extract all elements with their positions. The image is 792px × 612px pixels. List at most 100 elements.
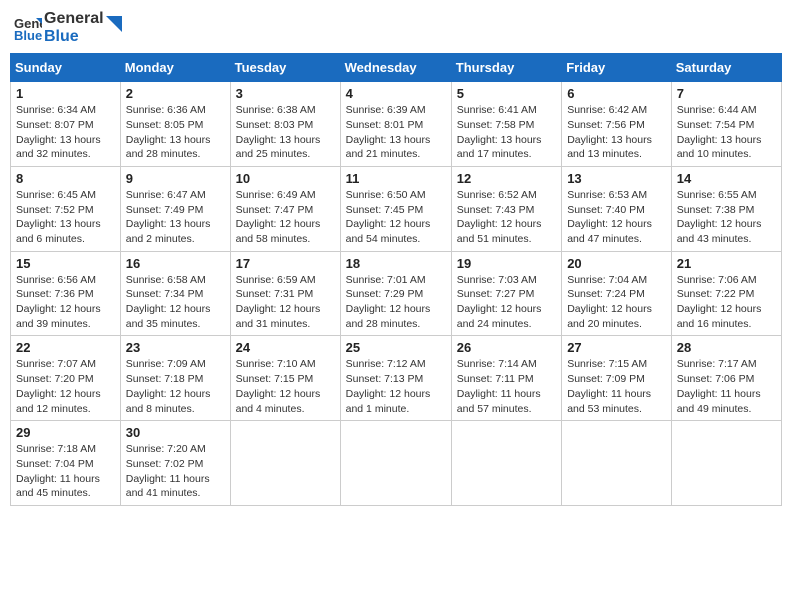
day-number: 24 — [236, 340, 335, 355]
calendar-cell: 1 Sunrise: 6:34 AM Sunset: 8:07 PM Dayli… — [11, 82, 121, 167]
day-info: Sunrise: 6:59 AM Sunset: 7:31 PM Dayligh… — [236, 273, 335, 332]
logo-arrow-icon — [106, 16, 122, 32]
column-headers-row: SundayMondayTuesdayWednesdayThursdayFrid… — [11, 54, 782, 82]
calendar-cell: 22 Sunrise: 7:07 AM Sunset: 7:20 PM Dayl… — [11, 336, 121, 421]
day-number: 1 — [16, 86, 115, 101]
calendar-cell: 20 Sunrise: 7:04 AM Sunset: 7:24 PM Dayl… — [562, 251, 672, 336]
day-info: Sunrise: 6:55 AM Sunset: 7:38 PM Dayligh… — [677, 188, 776, 247]
calendar-cell: 5 Sunrise: 6:41 AM Sunset: 7:58 PM Dayli… — [451, 82, 561, 167]
col-header-thursday: Thursday — [451, 54, 561, 82]
calendar-cell — [451, 421, 561, 506]
day-info: Sunrise: 7:09 AM Sunset: 7:18 PM Dayligh… — [126, 357, 225, 416]
day-number: 27 — [567, 340, 666, 355]
day-info: Sunrise: 7:04 AM Sunset: 7:24 PM Dayligh… — [567, 273, 666, 332]
logo-text-line2: Blue — [44, 28, 104, 46]
day-number: 13 — [567, 171, 666, 186]
calendar-cell: 23 Sunrise: 7:09 AM Sunset: 7:18 PM Dayl… — [120, 336, 230, 421]
day-info: Sunrise: 7:03 AM Sunset: 7:27 PM Dayligh… — [457, 273, 556, 332]
day-info: Sunrise: 7:15 AM Sunset: 7:09 PM Dayligh… — [567, 357, 666, 416]
calendar-cell: 9 Sunrise: 6:47 AM Sunset: 7:49 PM Dayli… — [120, 166, 230, 251]
day-info: Sunrise: 7:01 AM Sunset: 7:29 PM Dayligh… — [346, 273, 446, 332]
col-header-sunday: Sunday — [11, 54, 121, 82]
calendar-cell: 26 Sunrise: 7:14 AM Sunset: 7:11 PM Dayl… — [451, 336, 561, 421]
calendar-cell: 11 Sunrise: 6:50 AM Sunset: 7:45 PM Dayl… — [340, 166, 451, 251]
day-info: Sunrise: 6:38 AM Sunset: 8:03 PM Dayligh… — [236, 103, 335, 162]
calendar-cell: 3 Sunrise: 6:38 AM Sunset: 8:03 PM Dayli… — [230, 82, 340, 167]
day-info: Sunrise: 7:20 AM Sunset: 7:02 PM Dayligh… — [126, 442, 225, 501]
calendar-cell: 12 Sunrise: 6:52 AM Sunset: 7:43 PM Dayl… — [451, 166, 561, 251]
day-info: Sunrise: 6:45 AM Sunset: 7:52 PM Dayligh… — [16, 188, 115, 247]
day-info: Sunrise: 6:41 AM Sunset: 7:58 PM Dayligh… — [457, 103, 556, 162]
day-info: Sunrise: 6:49 AM Sunset: 7:47 PM Dayligh… — [236, 188, 335, 247]
calendar-week-row: 8 Sunrise: 6:45 AM Sunset: 7:52 PM Dayli… — [11, 166, 782, 251]
day-info: Sunrise: 7:06 AM Sunset: 7:22 PM Dayligh… — [677, 273, 776, 332]
day-number: 16 — [126, 256, 225, 271]
day-info: Sunrise: 6:39 AM Sunset: 8:01 PM Dayligh… — [346, 103, 446, 162]
day-info: Sunrise: 7:18 AM Sunset: 7:04 PM Dayligh… — [16, 442, 115, 501]
day-number: 12 — [457, 171, 556, 186]
calendar-cell: 14 Sunrise: 6:55 AM Sunset: 7:38 PM Dayl… — [671, 166, 781, 251]
day-info: Sunrise: 6:42 AM Sunset: 7:56 PM Dayligh… — [567, 103, 666, 162]
day-number: 2 — [126, 86, 225, 101]
col-header-saturday: Saturday — [671, 54, 781, 82]
day-info: Sunrise: 6:47 AM Sunset: 7:49 PM Dayligh… — [126, 188, 225, 247]
day-number: 6 — [567, 86, 666, 101]
calendar-cell — [340, 421, 451, 506]
day-info: Sunrise: 6:56 AM Sunset: 7:36 PM Dayligh… — [16, 273, 115, 332]
day-number: 21 — [677, 256, 776, 271]
day-number: 9 — [126, 171, 225, 186]
calendar-cell — [671, 421, 781, 506]
day-number: 20 — [567, 256, 666, 271]
svg-text:Blue: Blue — [14, 28, 42, 42]
day-number: 30 — [126, 425, 225, 440]
day-info: Sunrise: 7:10 AM Sunset: 7:15 PM Dayligh… — [236, 357, 335, 416]
day-number: 26 — [457, 340, 556, 355]
day-number: 18 — [346, 256, 446, 271]
calendar-cell: 21 Sunrise: 7:06 AM Sunset: 7:22 PM Dayl… — [671, 251, 781, 336]
day-number: 22 — [16, 340, 115, 355]
day-info: Sunrise: 7:17 AM Sunset: 7:06 PM Dayligh… — [677, 357, 776, 416]
calendar-week-row: 29 Sunrise: 7:18 AM Sunset: 7:04 PM Dayl… — [11, 421, 782, 506]
logo: General Blue General Blue — [14, 10, 122, 45]
calendar-week-row: 22 Sunrise: 7:07 AM Sunset: 7:20 PM Dayl… — [11, 336, 782, 421]
day-number: 23 — [126, 340, 225, 355]
day-info: Sunrise: 6:52 AM Sunset: 7:43 PM Dayligh… — [457, 188, 556, 247]
day-number: 28 — [677, 340, 776, 355]
calendar-body: 1 Sunrise: 6:34 AM Sunset: 8:07 PM Dayli… — [11, 82, 782, 506]
calendar-cell: 29 Sunrise: 7:18 AM Sunset: 7:04 PM Dayl… — [11, 421, 121, 506]
calendar-table: SundayMondayTuesdayWednesdayThursdayFrid… — [10, 53, 782, 506]
calendar-cell: 24 Sunrise: 7:10 AM Sunset: 7:15 PM Dayl… — [230, 336, 340, 421]
day-number: 14 — [677, 171, 776, 186]
day-number: 29 — [16, 425, 115, 440]
calendar-cell: 15 Sunrise: 6:56 AM Sunset: 7:36 PM Dayl… — [11, 251, 121, 336]
col-header-wednesday: Wednesday — [340, 54, 451, 82]
day-number: 19 — [457, 256, 556, 271]
calendar-cell: 8 Sunrise: 6:45 AM Sunset: 7:52 PM Dayli… — [11, 166, 121, 251]
day-number: 7 — [677, 86, 776, 101]
calendar-cell: 4 Sunrise: 6:39 AM Sunset: 8:01 PM Dayli… — [340, 82, 451, 167]
day-info: Sunrise: 6:58 AM Sunset: 7:34 PM Dayligh… — [126, 273, 225, 332]
calendar-cell: 17 Sunrise: 6:59 AM Sunset: 7:31 PM Dayl… — [230, 251, 340, 336]
logo-icon: General Blue — [14, 14, 42, 42]
calendar-cell — [562, 421, 672, 506]
calendar-cell: 6 Sunrise: 6:42 AM Sunset: 7:56 PM Dayli… — [562, 82, 672, 167]
calendar-cell: 25 Sunrise: 7:12 AM Sunset: 7:13 PM Dayl… — [340, 336, 451, 421]
calendar-cell: 13 Sunrise: 6:53 AM Sunset: 7:40 PM Dayl… — [562, 166, 672, 251]
day-info: Sunrise: 6:36 AM Sunset: 8:05 PM Dayligh… — [126, 103, 225, 162]
calendar-week-row: 15 Sunrise: 6:56 AM Sunset: 7:36 PM Dayl… — [11, 251, 782, 336]
day-number: 17 — [236, 256, 335, 271]
day-info: Sunrise: 6:53 AM Sunset: 7:40 PM Dayligh… — [567, 188, 666, 247]
calendar-cell: 28 Sunrise: 7:17 AM Sunset: 7:06 PM Dayl… — [671, 336, 781, 421]
col-header-monday: Monday — [120, 54, 230, 82]
day-info: Sunrise: 7:14 AM Sunset: 7:11 PM Dayligh… — [457, 357, 556, 416]
day-info: Sunrise: 7:07 AM Sunset: 7:20 PM Dayligh… — [16, 357, 115, 416]
calendar-cell: 7 Sunrise: 6:44 AM Sunset: 7:54 PM Dayli… — [671, 82, 781, 167]
calendar-cell: 10 Sunrise: 6:49 AM Sunset: 7:47 PM Dayl… — [230, 166, 340, 251]
day-info: Sunrise: 6:34 AM Sunset: 8:07 PM Dayligh… — [16, 103, 115, 162]
logo-text-line1: General — [44, 10, 104, 28]
col-header-tuesday: Tuesday — [230, 54, 340, 82]
day-number: 5 — [457, 86, 556, 101]
calendar-cell — [230, 421, 340, 506]
day-number: 3 — [236, 86, 335, 101]
calendar-cell: 30 Sunrise: 7:20 AM Sunset: 7:02 PM Dayl… — [120, 421, 230, 506]
